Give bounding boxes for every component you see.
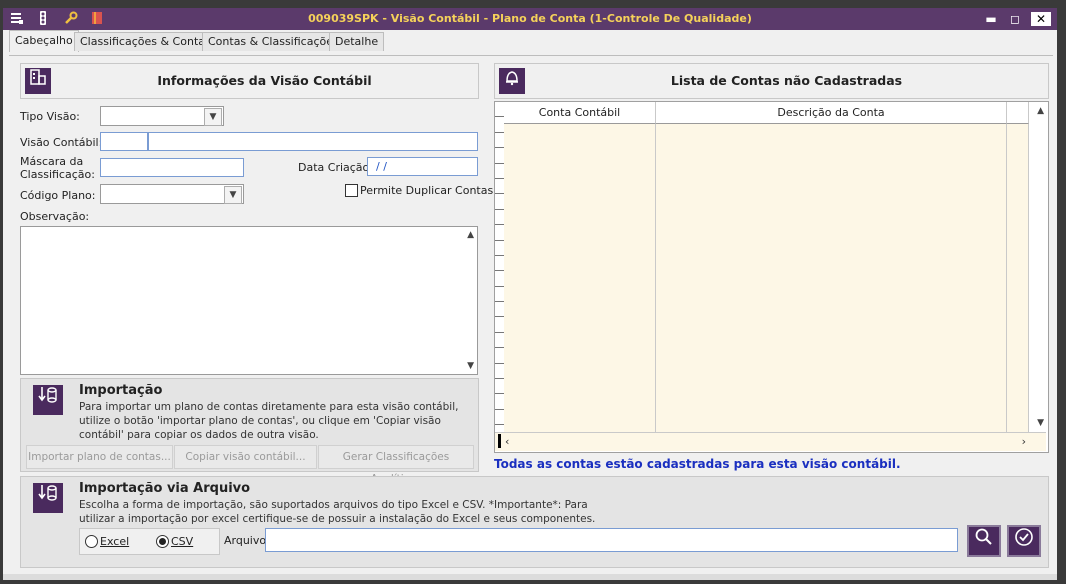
descricao-column-body — [656, 124, 1007, 432]
importacao-panel: Importação Para importar um plano de con… — [20, 378, 479, 485]
conta-column-body — [504, 124, 656, 432]
column-header-extra — [1007, 102, 1029, 124]
tab-detalhe[interactable]: Detalhe — [329, 32, 385, 51]
scroll-left-icon[interactable]: ‹ — [505, 435, 509, 448]
all-accounts-notice: Todas as contas estão cadastradas para e… — [494, 457, 901, 471]
codigo-plano-label: Código Plano: — [20, 189, 96, 202]
visao-contabil-label: Visão Contábil: — [20, 136, 103, 149]
observacao-label: Observação: — [20, 210, 90, 223]
building-icon — [25, 68, 51, 94]
arquivo-label: Arquivo — [224, 534, 267, 547]
scroll-down-icon[interactable]: ▼ — [467, 361, 474, 371]
column-header-descricao[interactable]: Descrição da Conta — [656, 102, 1007, 124]
application-window: 009039SPK - Visão Contábil - Plano de Co… — [0, 0, 1066, 584]
visao-contabil-name-input[interactable] — [148, 132, 478, 151]
observacao-textarea[interactable]: ▲ ▼ — [20, 226, 478, 375]
chevron-down-icon[interactable]: ▼ — [204, 108, 222, 126]
importacao-arquivo-panel: Importação via Arquivo Escolha a forma d… — [20, 476, 1049, 568]
scroll-down-icon[interactable]: ▼ — [1037, 418, 1044, 428]
importacao-description: Para importar um plano de contas diretam… — [79, 401, 459, 441]
lista-panel-header: Lista de Contas não Cadastradas — [494, 63, 1049, 99]
copiar-visao-button[interactable]: Copiar visão contábil... — [174, 445, 317, 469]
csv-label[interactable]: CSV — [171, 535, 193, 548]
importacao-title: Importação — [79, 383, 163, 398]
scroll-thumb[interactable] — [498, 434, 501, 448]
excel-radio[interactable] — [85, 535, 98, 548]
visao-contabil-code-input[interactable] — [100, 132, 148, 151]
mascara-input[interactable] — [100, 158, 244, 177]
importar-plano-button[interactable]: Importar plano de contas... — [26, 445, 173, 469]
arquivo-description: Escolha a forma de importação, são supor… — [79, 499, 596, 525]
data-criacao-label: Data Criação: — [298, 161, 373, 174]
bell-icon — [499, 68, 525, 94]
tipo-visao-select[interactable]: ▼ — [100, 106, 224, 126]
data-criacao-input[interactable]: / / — [367, 157, 478, 176]
csv-radio[interactable] — [156, 535, 169, 548]
arquivo-title: Importação via Arquivo — [79, 481, 251, 496]
title-bar: 009039SPK - Visão Contábil - Plano de Co… — [3, 8, 1057, 30]
close-button[interactable]: ✕ — [1031, 12, 1051, 26]
scroll-right-icon[interactable]: › — [1022, 435, 1026, 448]
window-title: 009039SPK - Visão Contábil - Plano de Co… — [308, 12, 752, 25]
tipo-arquivo-group: Excel CSV — [79, 528, 220, 555]
extra-column-body — [1007, 124, 1029, 432]
tab-cabecalho[interactable]: Cabeçalho — [9, 30, 79, 52]
tab-classificacoes-contas[interactable]: Classificações & Contas — [74, 32, 217, 51]
client-area: Cabeçalho Classificações & Contas Contas… — [3, 30, 1057, 574]
scroll-up-icon[interactable]: ▲ — [467, 230, 474, 240]
info-panel-header: Informações da Visão Contábil — [20, 63, 479, 99]
search-file-button[interactable] — [967, 525, 1001, 557]
confirm-import-button[interactable] — [1007, 525, 1041, 557]
tab-divider — [9, 55, 1053, 56]
import-database-icon — [33, 483, 63, 513]
maximize-button[interactable]: ◻ — [1005, 12, 1025, 26]
arquivo-input[interactable] — [265, 528, 958, 552]
lista-panel-title: Lista de Contas não Cadastradas — [670, 73, 903, 88]
tab-contas-classificacoes[interactable]: Contas & Classificações — [202, 32, 345, 51]
scroll-up-icon[interactable]: ▲ — [1037, 106, 1044, 116]
codigo-plano-select[interactable]: ▼ — [100, 184, 244, 204]
search-icon — [975, 528, 992, 545]
mascara-label-line2: Classificação: — [20, 168, 95, 181]
status-bar — [3, 574, 1057, 580]
column-header-conta[interactable]: Conta Contábil — [504, 102, 656, 124]
info-panel-title: Informações da Visão Contábil — [157, 73, 372, 88]
import-database-icon — [33, 385, 63, 415]
permite-duplicar-label[interactable]: Permite Duplicar Contas — [360, 184, 493, 197]
chevron-down-icon[interactable]: ▼ — [224, 186, 242, 204]
tipo-visao-label: Tipo Visão: — [20, 110, 80, 123]
horizontal-scrollbar[interactable]: ‹ › — [495, 432, 1046, 451]
excel-label[interactable]: Excel — [100, 535, 129, 548]
permite-duplicar-checkbox[interactable] — [345, 184, 358, 197]
contas-grid[interactable]: Conta Contábil Descrição da Conta ▲ ▼ ‹ … — [494, 101, 1049, 453]
check-icon — [1015, 528, 1033, 546]
mascara-label-line1: Máscara da — [20, 155, 84, 168]
gerar-classificacoes-button[interactable]: Gerar Classificações Analíticas — [318, 445, 474, 485]
minimize-button[interactable]: ▬ — [981, 12, 1001, 26]
